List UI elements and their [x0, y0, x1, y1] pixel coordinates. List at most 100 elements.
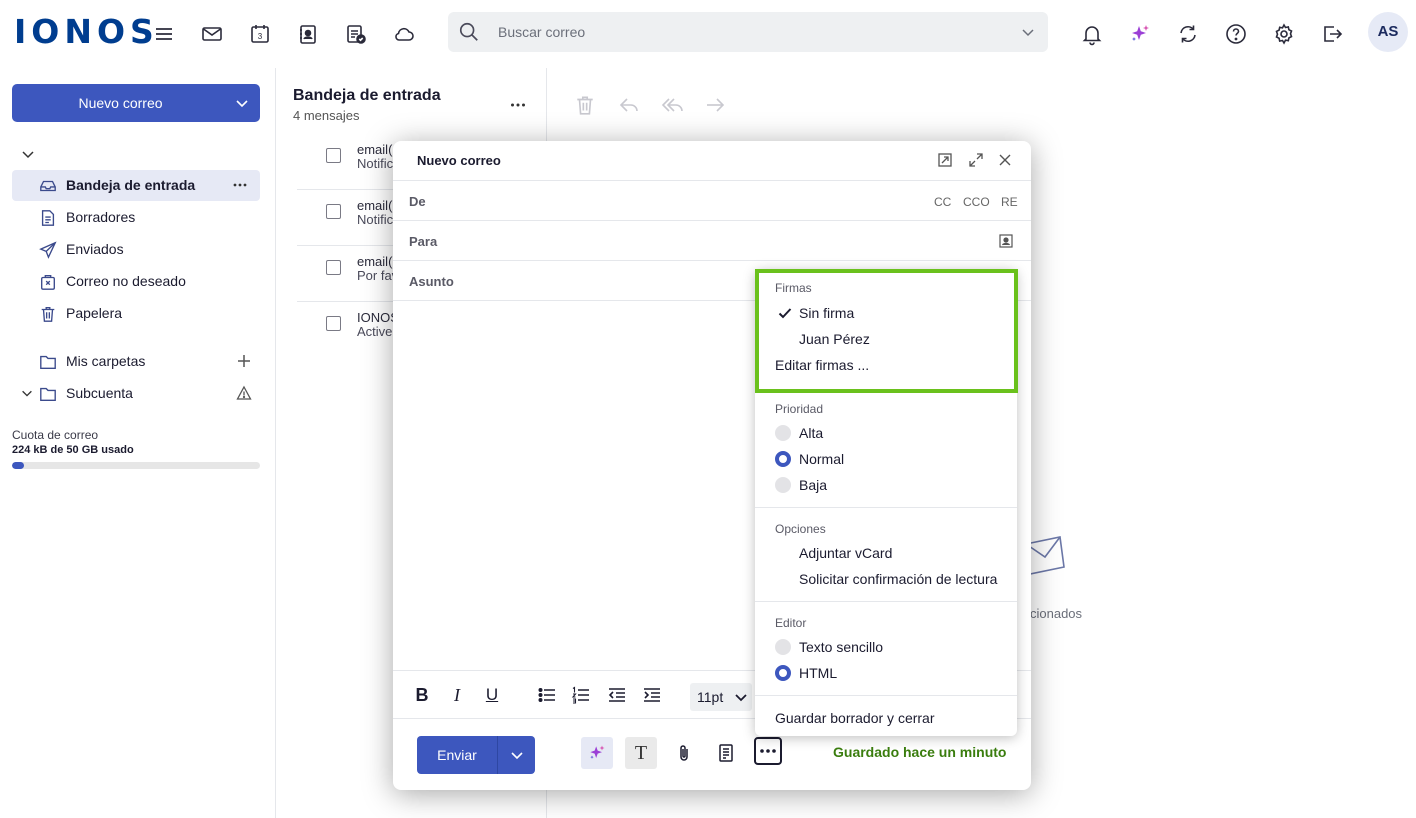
message-checkbox[interactable]	[326, 260, 341, 275]
priority-label: Normal	[799, 451, 845, 467]
signature-label: Juan Pérez	[799, 331, 870, 347]
ionos-logo[interactable]: IONOS	[14, 14, 159, 50]
message-checkbox[interactable]	[326, 316, 341, 331]
priority-normal-item[interactable]: Normal	[755, 446, 1017, 472]
send-button[interactable]: Enviar	[417, 736, 535, 774]
message-checkbox[interactable]	[326, 148, 341, 163]
outdent-icon[interactable]	[607, 685, 627, 705]
cloud-icon[interactable]	[392, 22, 416, 46]
numbered-list-icon[interactable]	[571, 685, 591, 705]
forward-icon[interactable]	[704, 94, 726, 116]
bullet-list-icon[interactable]	[537, 685, 557, 705]
save-draft-close-item[interactable]: Guardar borrador y cerrar	[755, 705, 1017, 731]
editor-html-item[interactable]: HTML	[755, 660, 1017, 686]
address-book-icon[interactable]	[998, 233, 1014, 249]
reply-icon[interactable]	[618, 94, 640, 116]
sent-icon	[39, 241, 57, 259]
sync-icon[interactable]	[1176, 22, 1200, 46]
signatures-header: Firmas	[775, 281, 812, 295]
popout-icon[interactable]	[937, 152, 953, 168]
reply-all-icon[interactable]	[661, 94, 683, 116]
ai-sparkle-icon[interactable]	[1128, 22, 1152, 46]
signature-juan-item[interactable]: Juan Pérez	[755, 326, 1017, 352]
tasks-icon[interactable]	[344, 22, 368, 46]
bold-button[interactable]: B	[412, 685, 432, 705]
help-icon[interactable]	[1224, 22, 1248, 46]
attach-vcard-item[interactable]: Adjuntar vCard	[755, 540, 1017, 566]
text-format-button[interactable]: T	[625, 737, 657, 769]
new-mail-label: Nuevo correo	[78, 95, 163, 111]
sidebar-item-sent[interactable]: Enviados	[12, 234, 260, 265]
search-icon	[458, 21, 480, 43]
from-label: De	[409, 194, 426, 209]
search-bar[interactable]	[448, 12, 1048, 52]
menu-icon[interactable]	[152, 22, 176, 46]
logout-icon[interactable]	[1320, 22, 1344, 46]
bcc-button[interactable]: CCO	[963, 195, 990, 209]
indent-icon[interactable]	[642, 685, 662, 705]
account-collapse-chevron-icon[interactable]	[20, 146, 36, 162]
chevron-down-icon[interactable]	[234, 95, 250, 111]
italic-button[interactable]: I	[447, 685, 467, 705]
warning-icon[interactable]	[236, 385, 252, 401]
signature-none-item[interactable]: Sin firma	[755, 300, 1017, 326]
contacts-icon[interactable]	[296, 22, 320, 46]
priority-low-item[interactable]: Baja	[755, 472, 1017, 498]
sidebar-item-my-folders[interactable]: Mis carpetas	[12, 346, 260, 377]
sidebar-item-spam[interactable]: Correo no deseado	[12, 266, 260, 297]
more-options-icon[interactable]	[232, 177, 248, 193]
more-options-button[interactable]	[754, 737, 782, 765]
checkmark-icon	[777, 305, 793, 321]
edit-signatures-item[interactable]: Editar firmas ...	[755, 352, 1017, 378]
compose-options-menu: Firmas Sin firma Juan Pérez Editar firma…	[755, 269, 1017, 736]
quota-progress-fill	[12, 462, 25, 469]
editor-label: Texto sencillo	[799, 639, 884, 655]
close-icon[interactable]	[997, 152, 1013, 168]
priority-label: Baja	[799, 477, 828, 493]
calendar-icon[interactable]: 3	[248, 22, 272, 46]
reply-to-button[interactable]: RE	[1001, 195, 1018, 209]
read-receipt-item[interactable]: Solicitar confirmación de lectura	[755, 566, 1017, 592]
more-options-icon[interactable]	[509, 96, 527, 114]
add-folder-icon[interactable]	[236, 353, 252, 369]
sidebar-item-label: Enviados	[66, 241, 124, 257]
quota-label: Cuota de correo	[12, 428, 99, 442]
new-mail-button[interactable]: Nuevo correo	[12, 84, 260, 122]
maximize-icon[interactable]	[968, 152, 984, 168]
sidebar-item-inbox[interactable]: Bandeja de entrada	[12, 170, 260, 201]
chevron-down-icon[interactable]	[1020, 24, 1036, 40]
sidebar-item-drafts[interactable]: Borradores	[12, 202, 260, 233]
underline-button[interactable]: U	[482, 685, 502, 705]
notifications-icon[interactable]	[1080, 22, 1104, 46]
delete-icon[interactable]	[574, 94, 596, 116]
chevron-down-icon[interactable]	[20, 386, 34, 400]
mail-icon[interactable]	[200, 22, 224, 46]
editor-label: HTML	[799, 665, 838, 681]
from-row[interactable]: De CC CCO RE	[393, 180, 1031, 220]
signature-document-icon[interactable]	[710, 737, 742, 769]
to-row[interactable]: Para	[393, 220, 1031, 260]
chevron-down-icon[interactable]	[509, 747, 525, 763]
attachment-icon[interactable]	[668, 737, 700, 769]
priority-high-item[interactable]: Alta	[755, 420, 1017, 446]
radio-button-selected[interactable]	[775, 451, 791, 467]
message-list-title: Bandeja de entrada	[293, 87, 441, 104]
radio-button[interactable]	[775, 477, 791, 493]
avatar[interactable]: AS	[1368, 12, 1408, 52]
settings-icon[interactable]	[1272, 22, 1296, 46]
radio-button-selected[interactable]	[775, 665, 791, 681]
search-input[interactable]	[498, 20, 998, 44]
radio-button[interactable]	[775, 639, 791, 655]
radio-button[interactable]	[775, 425, 791, 441]
sidebar-item-trash[interactable]: Papelera	[12, 298, 260, 329]
sidebar-item-subaccount[interactable]: Subcuenta	[12, 378, 260, 409]
inbox-icon	[39, 177, 57, 195]
ai-assistant-button[interactable]	[581, 737, 613, 769]
font-size-value: 11pt	[697, 689, 724, 705]
quota-progress-bar	[12, 462, 260, 469]
message-checkbox[interactable]	[326, 204, 341, 219]
cc-button[interactable]: CC	[934, 195, 951, 209]
subject-label: Asunto	[409, 274, 454, 289]
editor-plain-text-item[interactable]: Texto sencillo	[755, 634, 1017, 660]
font-size-select[interactable]: 11pt	[690, 683, 752, 711]
